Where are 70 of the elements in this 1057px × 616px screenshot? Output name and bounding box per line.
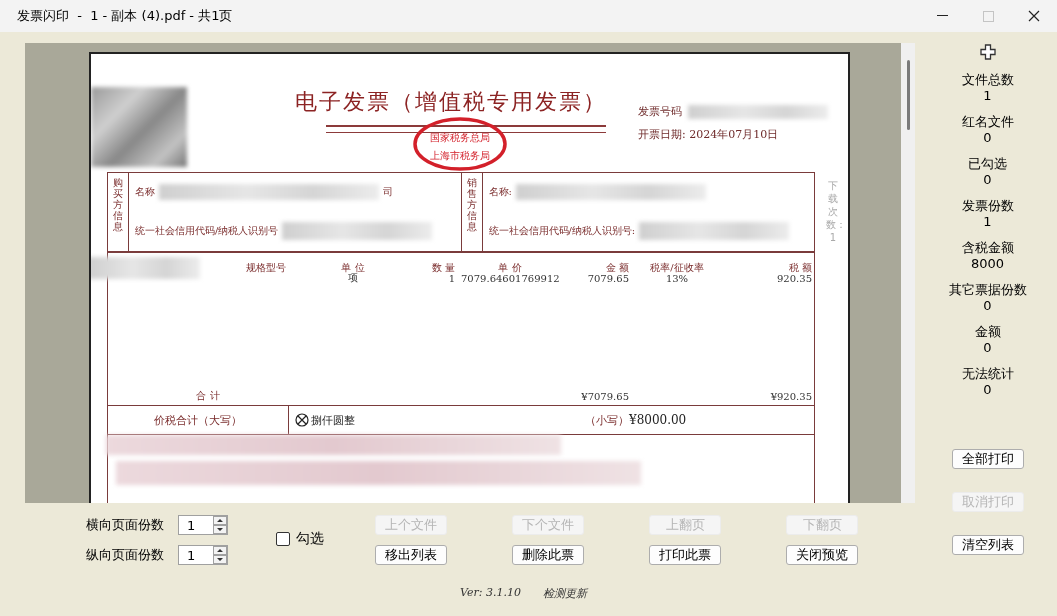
crossed-circle-icon bbox=[295, 413, 309, 427]
stat-value: 0 bbox=[983, 130, 992, 146]
stat-label: 发票份数 bbox=[961, 198, 1014, 214]
copies-label: 横向页面份数 bbox=[86, 516, 164, 534]
column-header: 税 额 bbox=[787, 261, 812, 275]
stepper-icon[interactable] bbox=[213, 516, 227, 534]
stat-label: 文件总数 bbox=[961, 72, 1014, 88]
stat-value: 0 bbox=[983, 298, 992, 314]
invoice-title: 电子发票（增值税专用发票） bbox=[295, 88, 607, 116]
grand-total-label: 价税合计（大写） bbox=[154, 412, 242, 428]
amount-in-figures: （小写）¥8000.00 bbox=[585, 412, 687, 428]
tax-id-label: 统一社会信用代码/纳税人识别号: bbox=[488, 224, 636, 238]
column-header: 税率/征收率 bbox=[649, 261, 705, 275]
tax-id-label: 统一社会信用代码/纳税人识别号 bbox=[135, 224, 279, 238]
number-spinner[interactable]: 1 bbox=[178, 515, 228, 535]
stepper-icon[interactable] bbox=[213, 546, 227, 564]
scrollbar[interactable] bbox=[901, 43, 915, 503]
column-header: 金 额 bbox=[604, 261, 629, 275]
column-header: 规格型号 bbox=[244, 261, 287, 275]
nav-button[interactable]: 删除此票 bbox=[512, 545, 584, 565]
stat-value: 8000 bbox=[970, 256, 1005, 272]
window-title: 发票闪印 - 1 - 副本 (4).pdf - 共1页 bbox=[16, 7, 234, 25]
nav-button[interactable]: 打印此票 bbox=[649, 545, 721, 565]
amount-in-words: 捌仟圆整 bbox=[311, 412, 355, 428]
stat-value: 1 bbox=[983, 214, 992, 230]
table-cell-text: 13% bbox=[664, 272, 689, 284]
minimize-icon[interactable] bbox=[936, 15, 948, 17]
stat-value: 0 bbox=[983, 382, 992, 398]
stat-value: 0 bbox=[983, 172, 992, 188]
stat-label: 含税金额 bbox=[961, 240, 1014, 256]
checkbox[interactable] bbox=[276, 532, 290, 546]
seller-label: 销售方信息 bbox=[460, 173, 483, 251]
close-icon[interactable] bbox=[1028, 10, 1040, 22]
side-button[interactable]: 清空列表 bbox=[951, 535, 1024, 555]
table-cell-text: 7079.65 bbox=[586, 272, 629, 284]
table-cell-text: 920.35 bbox=[776, 272, 812, 284]
invoice-date: 开票日期: 2024年07月10日 bbox=[638, 127, 780, 142]
stat-label: 无法统计 bbox=[961, 366, 1014, 382]
invoice-number-label: 发票号码 bbox=[638, 104, 682, 119]
stat-label: 金额 bbox=[974, 324, 1001, 340]
check-update-link[interactable]: 检测更新 bbox=[542, 586, 587, 601]
buyer-label: 购买方信息 bbox=[108, 173, 129, 251]
column-header: 单 位 bbox=[340, 261, 366, 274]
stat-value: 0 bbox=[983, 340, 992, 356]
stamp-drawing: 国家税务总局 上海市税务局 bbox=[413, 117, 507, 171]
number-spinner[interactable]: 1 bbox=[178, 545, 228, 565]
table-cell-text: 项 bbox=[348, 272, 358, 285]
column-header: 单 价 bbox=[497, 261, 523, 275]
stat-value: 1 bbox=[983, 88, 992, 104]
copies-label: 纵向页面份数 bbox=[86, 546, 164, 564]
version-text: Ver: 3.1.10 bbox=[460, 586, 521, 601]
total-amount: ¥7079.65 bbox=[580, 390, 629, 402]
total-tax: ¥920.35 bbox=[769, 390, 812, 402]
name-label: 名称 bbox=[135, 185, 155, 199]
column-header: 数 量 bbox=[430, 261, 455, 275]
scroll-thumb[interactable] bbox=[906, 60, 910, 130]
nav-button[interactable]: 移出列表 bbox=[375, 545, 447, 565]
table-cell-text: 1 bbox=[447, 272, 455, 284]
nav-button[interactable]: 关闭预览 bbox=[786, 545, 858, 565]
stat-label: 红名文件 bbox=[961, 114, 1014, 130]
stat-label: 其它票据份数 bbox=[948, 282, 1027, 298]
side-button[interactable]: 全部打印 bbox=[951, 449, 1024, 469]
stat-label: 已勾选 bbox=[968, 156, 1007, 172]
total-label: 合 计 bbox=[195, 389, 221, 403]
table-cell-text: 7079.64601769912 bbox=[460, 272, 561, 284]
checkbox-label: 勾选 bbox=[296, 530, 324, 548]
plus-icon[interactable] bbox=[979, 44, 996, 60]
name-text: 司 bbox=[383, 185, 393, 199]
name-label: 名称: bbox=[488, 185, 512, 199]
download-count: 下载次数：1 bbox=[826, 179, 840, 245]
